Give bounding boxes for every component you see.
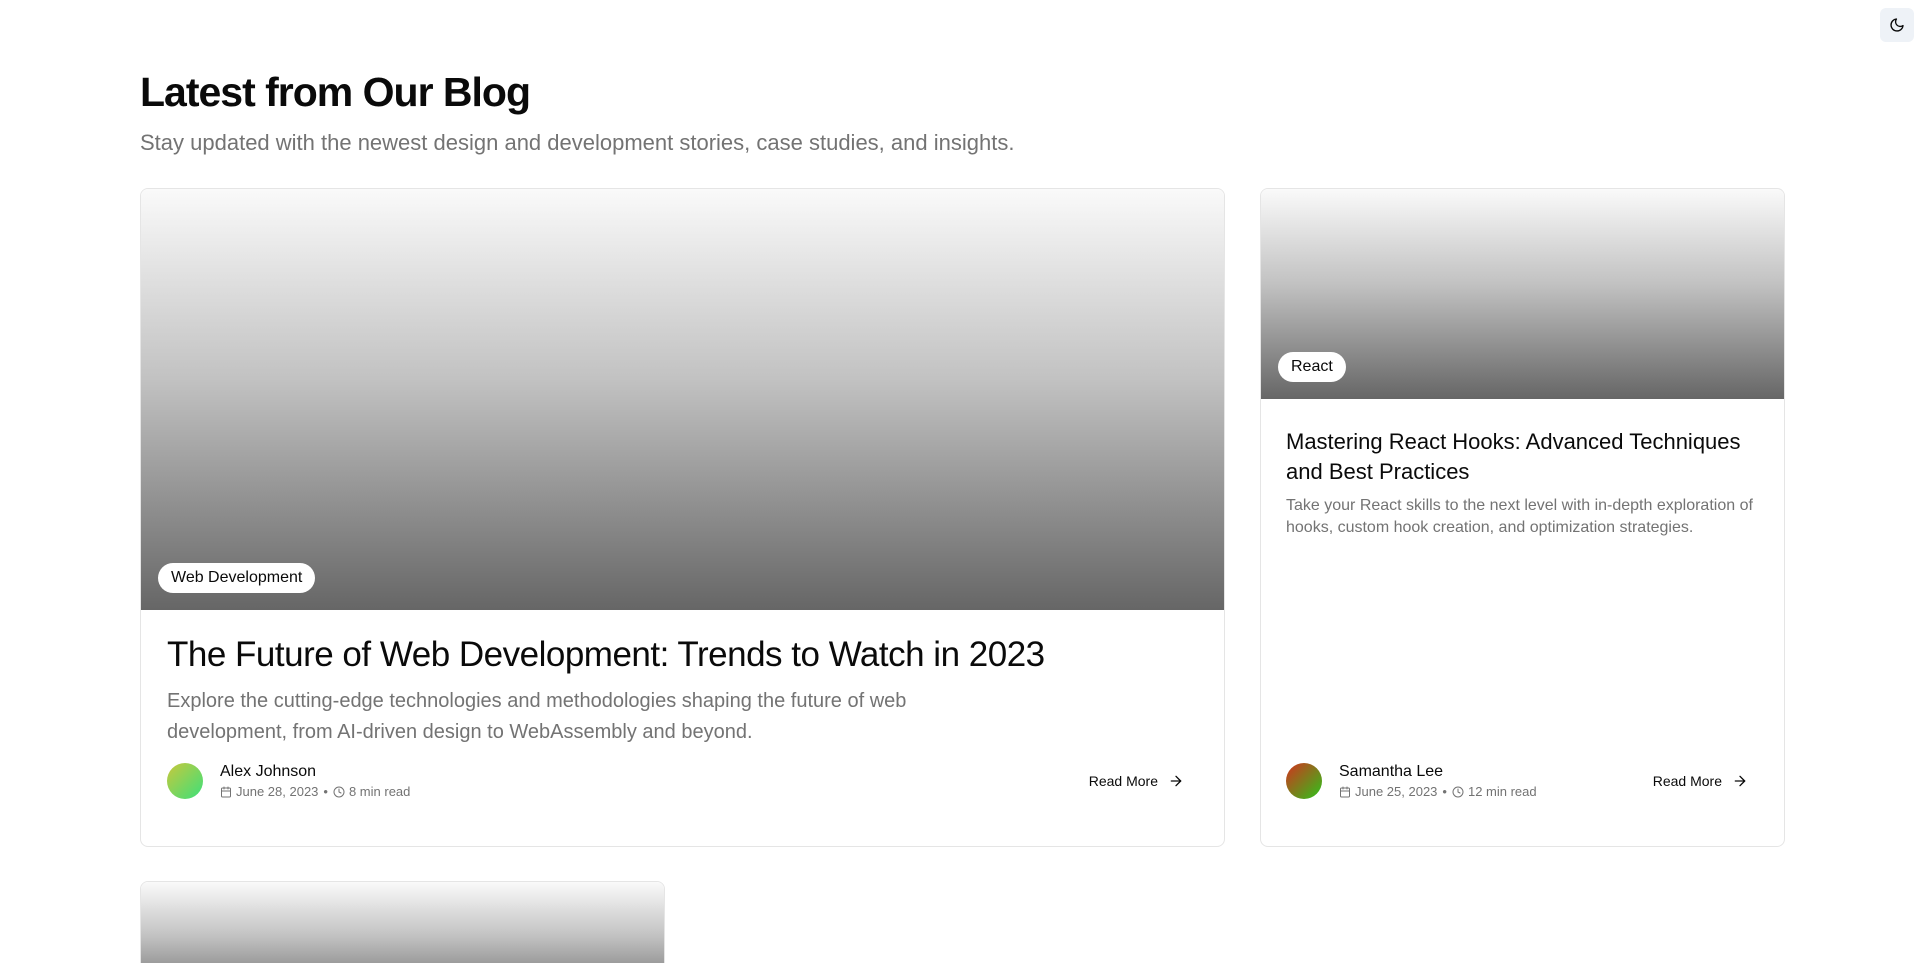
calendar-icon: [1340, 786, 1350, 797]
arrow-right-icon: [1170, 775, 1182, 787]
post-excerpt: Explore the cutting-edge technologies an…: [167, 690, 907, 743]
post-body: The Future of Web Development: Trends to…: [141, 610, 1224, 748]
meta-separator: •: [1442, 783, 1447, 799]
post-meta: June 28, 2023 • 8 min read: [220, 783, 1089, 801]
read-more-button[interactable]: Read More: [1089, 773, 1184, 789]
author-info: Alex Johnson June 28, 2023 • 8 min read: [220, 762, 1089, 801]
author-name: Samantha Lee: [1339, 762, 1444, 780]
read-time: 12 min read: [1467, 783, 1537, 799]
category-badge: React: [1278, 352, 1346, 382]
read-time: 8 min read: [348, 783, 411, 799]
post-date: June 25, 2023: [1355, 783, 1438, 799]
post-title[interactable]: Mastering React Hooks: Advanced Techniqu…: [1286, 427, 1759, 487]
post-card[interactable]: React Mastering React Hooks: Advanced Te…: [1260, 188, 1785, 847]
post-cover-image: [141, 882, 664, 963]
post-cover-image: React: [1261, 189, 1784, 399]
read-more-label: Read More: [1652, 773, 1722, 789]
author-info: Samantha Lee June 25, 2023 • 12 min read: [1339, 762, 1653, 801]
post-title[interactable]: The Future of Web Development: Trends to…: [167, 634, 1198, 676]
post-footer: Alex Johnson June 28, 2023 • 8 min read …: [141, 761, 1224, 801]
calendar-icon: [221, 786, 231, 797]
post-excerpt: Take your React skills to the next level…: [1286, 497, 1753, 536]
post-meta: June 25, 2023 • 12 min read: [1339, 783, 1653, 801]
arrow-right-icon: [1734, 775, 1746, 787]
meta-separator: •: [323, 783, 328, 799]
page-subtitle: Stay updated with the newest design and …: [140, 130, 1015, 155]
theme-toggle-button[interactable]: [1880, 8, 1914, 42]
avatar: [1286, 763, 1322, 799]
post-footer: Samantha Lee June 25, 2023 • 12 min read…: [1261, 761, 1784, 801]
category-badge: Web Development: [158, 563, 316, 593]
avatar: [167, 763, 203, 799]
post-date: June 28, 2023: [236, 783, 319, 799]
post-cover-image: Web Development: [141, 189, 1224, 610]
page-title: Latest from Our Blog: [140, 69, 531, 115]
post-body: Mastering React Hooks: Advanced Techniqu…: [1261, 399, 1784, 539]
post-card[interactable]: [140, 881, 665, 963]
author-name: Alex Johnson: [220, 762, 317, 780]
clock-icon: [1452, 786, 1464, 797]
featured-post-card[interactable]: Web Development The Future of Web Develo…: [140, 188, 1225, 847]
clock-icon: [333, 786, 345, 797]
moon-icon: [1890, 18, 1904, 32]
blog-header: Latest from Our Blog Stay updated with t…: [140, 66, 1340, 158]
read-more-button[interactable]: Read More: [1653, 773, 1748, 789]
blog-page: Latest from Our Blog Stay updated with t…: [0, 0, 1919, 963]
read-more-label: Read More: [1088, 773, 1158, 789]
